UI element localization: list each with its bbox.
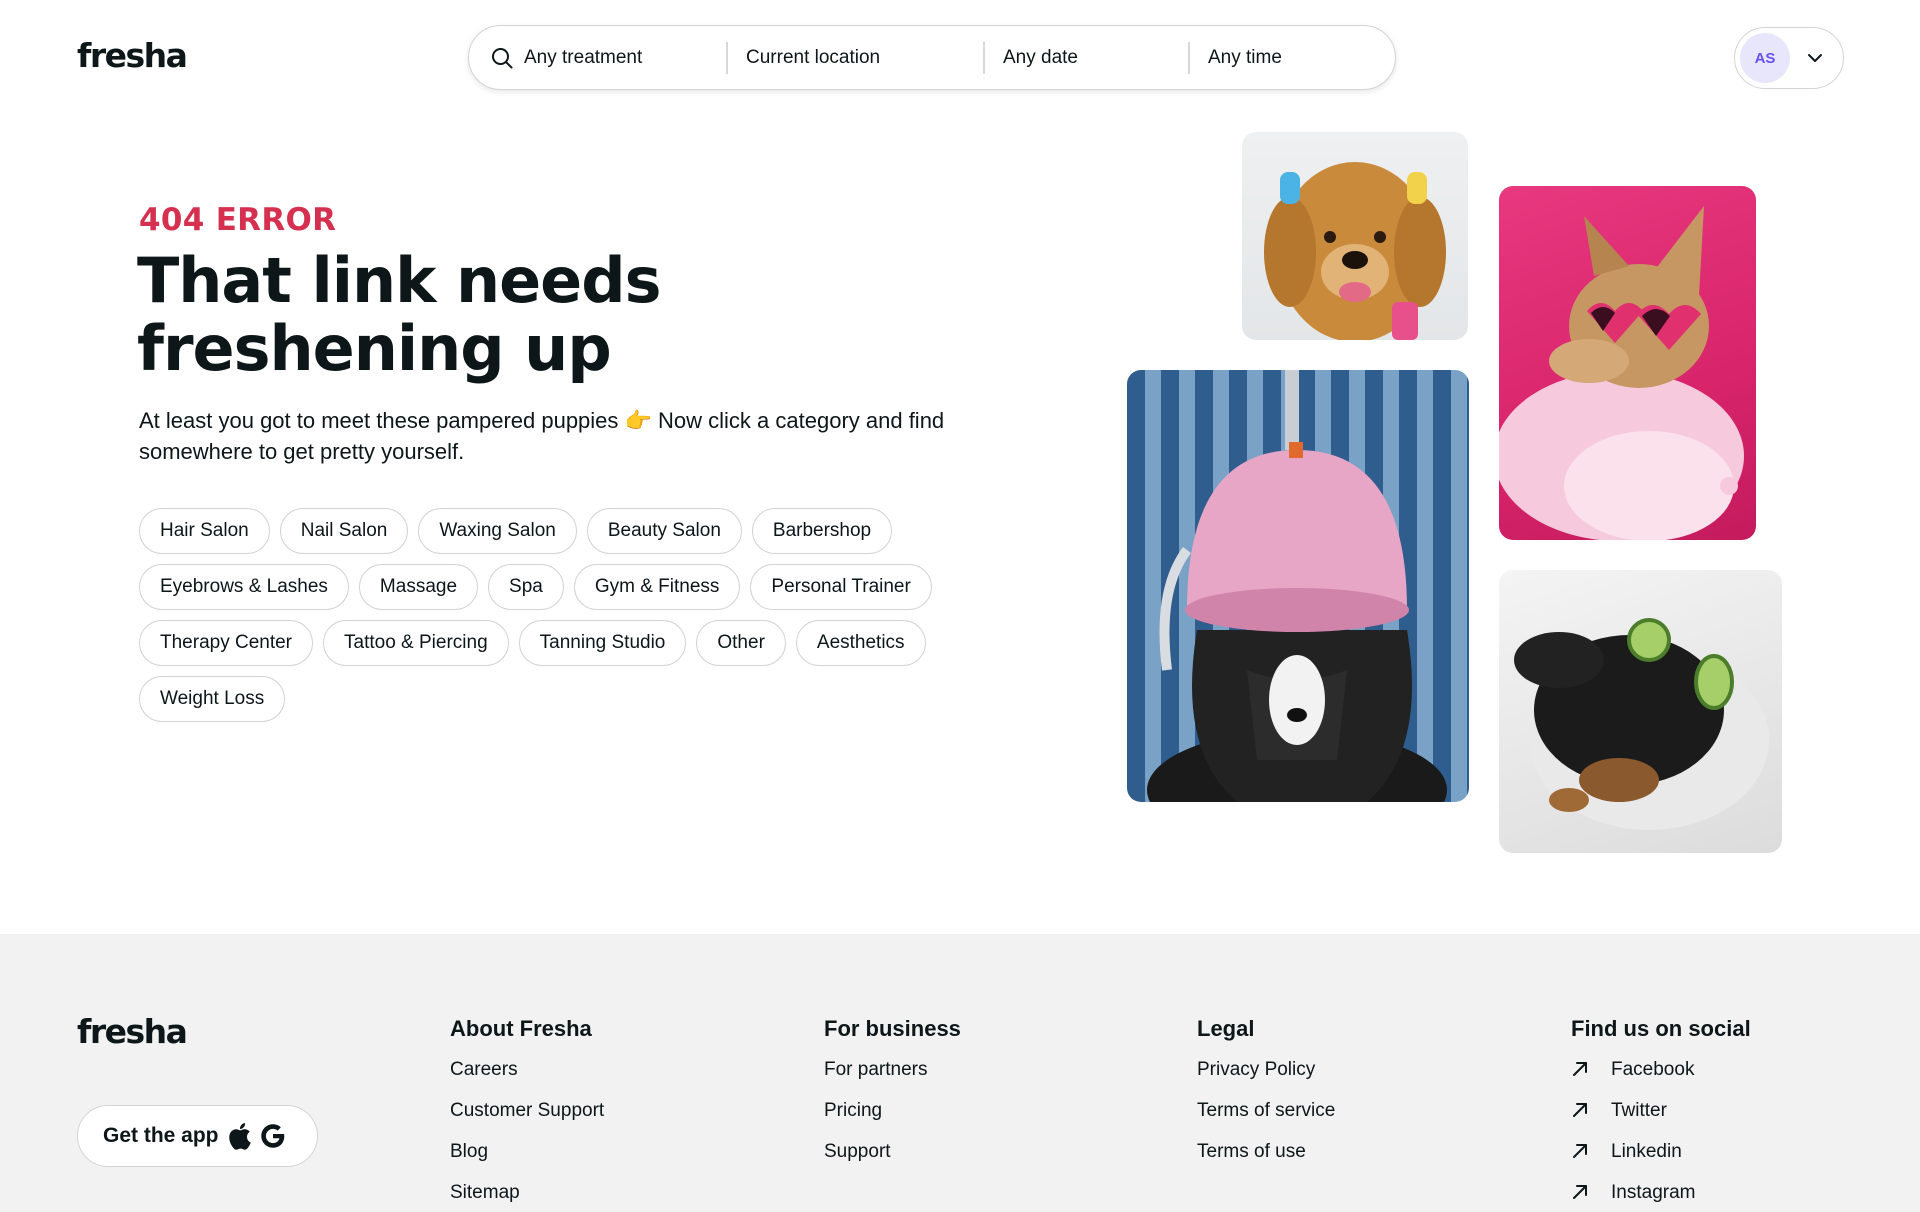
user-menu-button[interactable]: AS — [1734, 27, 1844, 89]
search-icon — [492, 47, 513, 68]
footer-link-linkedin[interactable]: Linkedin — [1571, 1140, 1751, 1181]
category-chip-barbershop[interactable]: Barbershop — [751, 508, 893, 554]
time-field[interactable]: Any time — [1188, 26, 1395, 89]
date-field-value: Any date — [1003, 46, 1078, 68]
footer-link-terms-of-service[interactable]: Terms of service — [1197, 1099, 1335, 1140]
category-chip-tattoo-and-piercing[interactable]: Tattoo & Piercing — [323, 620, 509, 666]
category-chip-nail-salon[interactable]: Nail Salon — [279, 508, 409, 554]
error-label: 404 ERROR — [139, 202, 337, 238]
category-chip-other[interactable]: Other — [696, 620, 786, 666]
location-field[interactable]: Current location — [726, 26, 983, 89]
footer-link-privacy-policy[interactable]: Privacy Policy — [1197, 1058, 1335, 1099]
footer-link-instagram-label: Instagram — [1611, 1182, 1696, 1203]
category-chip-weight-loss[interactable]: Weight Loss — [139, 676, 286, 722]
treatment-field[interactable]: Any treatment — [469, 26, 726, 89]
footer-link-instagram[interactable]: Instagram — [1571, 1181, 1751, 1212]
footer-link-twitter[interactable]: Twitter — [1571, 1099, 1751, 1140]
get-the-app-button[interactable]: Get the app — [77, 1105, 318, 1167]
category-chip-aesthetics[interactable]: Aesthetics — [795, 620, 926, 666]
category-chip-hair-salon[interactable]: Hair Salon — [139, 508, 270, 554]
get-the-app-label: Get the app — [103, 1124, 219, 1147]
header: fresha Any treatment Current location An… — [0, 0, 1920, 116]
arrow-up-right-icon — [1573, 1103, 1587, 1117]
footer-link-support[interactable]: Support — [824, 1140, 961, 1181]
category-chip-eyebrows-and-lashes[interactable]: Eyebrows & Lashes — [139, 564, 349, 610]
fresha-logo[interactable]: fresha — [77, 36, 188, 75]
footer-column-social: Find us on social Facebook Twitter Linke… — [1571, 1016, 1751, 1212]
footer-link-linkedin-label: Linkedin — [1611, 1141, 1682, 1162]
footer-link-careers[interactable]: Careers — [450, 1058, 604, 1099]
category-chip-spa[interactable]: Spa — [488, 564, 564, 610]
footer-heading-legal: Legal — [1197, 1016, 1255, 1041]
footer-heading-social: Find us on social — [1571, 1016, 1751, 1041]
category-chip-massage[interactable]: Massage — [358, 564, 479, 610]
arrow-up-right-icon — [1573, 1062, 1587, 1076]
chevron-down-icon — [1808, 54, 1822, 62]
footer-column-business: For business For partners Pricing Suppor… — [824, 1016, 961, 1181]
footer-link-pricing[interactable]: Pricing — [824, 1099, 961, 1140]
apple-icon — [228, 1123, 251, 1150]
footer-link-terms-of-use[interactable]: Terms of use — [1197, 1140, 1335, 1181]
dog-under-hair-dryer-photo — [1127, 370, 1469, 802]
search-bar[interactable]: Any treatment Current location Any date … — [468, 25, 1396, 90]
footer-heading-about: About Fresha — [450, 1016, 592, 1041]
footer-heading-business: For business — [824, 1016, 961, 1041]
avatar: AS — [1740, 33, 1790, 83]
treatment-field-value: Any treatment — [524, 46, 643, 68]
footer-column-legal: Legal Privacy Policy Terms of service Te… — [1197, 1016, 1335, 1181]
category-chips: Hair Salon Nail Salon Waxing Salon Beauty S… — [139, 508, 969, 722]
category-chip-tanning-studio[interactable]: Tanning Studio — [518, 620, 687, 666]
footer-logo[interactable]: fresha — [77, 1012, 188, 1051]
footer-link-twitter-label: Twitter — [1611, 1100, 1667, 1121]
footer-column-about: About Fresha Careers Customer Support Bl… — [450, 1016, 604, 1212]
category-chip-gym-and-fitness[interactable]: Gym & Fitness — [573, 564, 741, 610]
category-chip-beauty-salon[interactable]: Beauty Salon — [586, 508, 742, 554]
time-field-value: Any time — [1208, 46, 1282, 68]
footer: fresha Get the app About Fresha Careers … — [0, 934, 1920, 1212]
page-description: At least you got to meet these pampered … — [139, 408, 945, 464]
footer-link-for-partners[interactable]: For partners — [824, 1058, 961, 1099]
google-icon — [260, 1124, 284, 1148]
date-field[interactable]: Any date — [983, 26, 1188, 89]
dog-with-cucumbers-photo — [1499, 570, 1782, 853]
arrow-up-right-icon — [1573, 1185, 1587, 1199]
arrow-up-right-icon — [1573, 1144, 1587, 1158]
location-field-value: Current location — [746, 46, 881, 68]
dog-with-curlers-photo — [1242, 132, 1468, 340]
page-title: That link needs freshening up — [137, 244, 661, 385]
footer-link-blog[interactable]: Blog — [450, 1140, 604, 1181]
footer-link-facebook[interactable]: Facebook — [1571, 1058, 1751, 1099]
footer-link-facebook-label: Facebook — [1611, 1059, 1695, 1080]
footer-link-customer-support[interactable]: Customer Support — [450, 1099, 604, 1140]
category-chip-therapy-center[interactable]: Therapy Center — [139, 620, 314, 666]
dog-with-heart-glasses-photo — [1499, 186, 1756, 540]
category-chip-waxing-salon[interactable]: Waxing Salon — [418, 508, 577, 554]
footer-link-sitemap[interactable]: Sitemap — [450, 1181, 604, 1212]
category-chip-personal-trainer[interactable]: Personal Trainer — [750, 564, 932, 610]
